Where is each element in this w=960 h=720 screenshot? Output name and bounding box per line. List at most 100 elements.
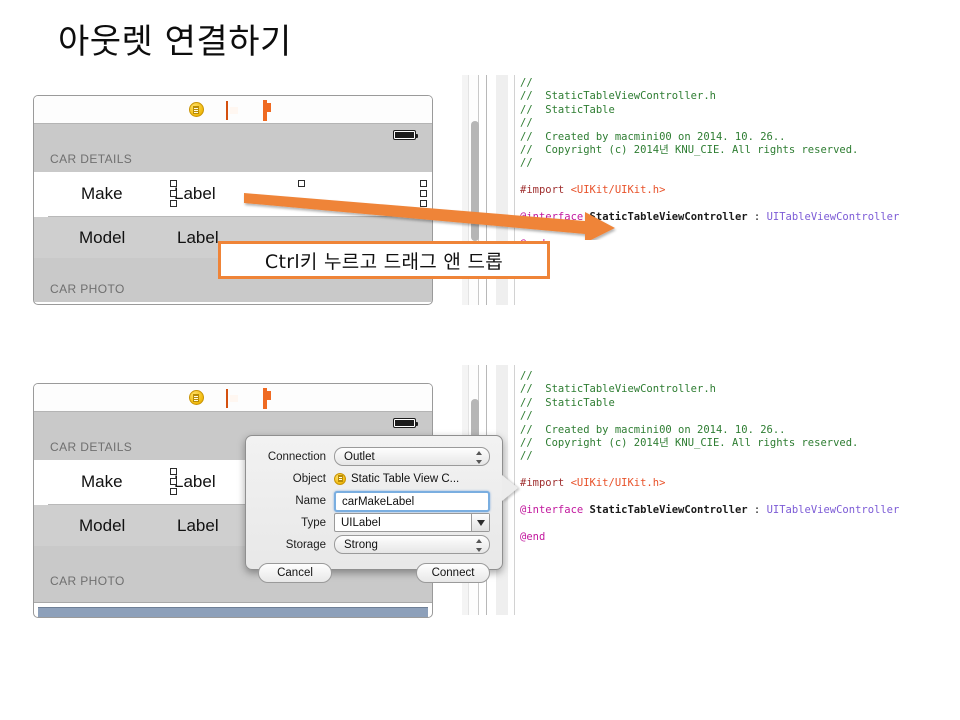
ib-toolbar-bottom: [34, 384, 432, 412]
object-value-group: Static Table View C...: [334, 469, 490, 488]
screenshot-bottom: CAR DETAILS Make Label Model Label CAR P…: [0, 360, 960, 630]
code-token: UITableViewController: [767, 504, 900, 516]
code-line: // Created by macmini00 on 2014. 10. 26.…: [520, 131, 899, 144]
first-responder-cube-icon[interactable]: [226, 102, 241, 117]
code-line: //: [520, 77, 899, 90]
section-header-car-photo-top: CAR PHOTO: [34, 280, 432, 302]
cell-title-model-top: Model: [79, 228, 125, 248]
cell-value-make-bottom[interactable]: Label: [174, 472, 216, 492]
selection-handle[interactable]: [170, 468, 177, 475]
selection-handle[interactable]: [170, 180, 177, 187]
selection-handle[interactable]: [298, 180, 305, 187]
first-responder-cube-icon[interactable]: [226, 390, 241, 405]
code-line: @interface StaticTableViewController : U…: [520, 211, 899, 224]
code-line: [520, 517, 899, 530]
code-token: @interface: [520, 504, 590, 516]
popover-label-storage: Storage: [258, 539, 334, 551]
cell-value-model-top[interactable]: Label: [177, 228, 219, 248]
name-input[interactable]: carMakeLabel: [334, 491, 490, 512]
code-text-bottom[interactable]: //// StaticTableViewController.h// Stati…: [520, 370, 899, 544]
selection-handle[interactable]: [420, 200, 427, 207]
code-line: // StaticTableViewController.h: [520, 383, 899, 396]
cancel-button[interactable]: Cancel: [258, 563, 332, 583]
view-controller-icon[interactable]: [189, 102, 204, 117]
code-token: StaticTableViewController: [590, 211, 748, 223]
code-text-top[interactable]: //// StaticTableViewController.h// Stati…: [520, 77, 899, 251]
connection-value: Outlet: [344, 451, 375, 463]
code-token: StaticTableViewController: [590, 504, 748, 516]
outlet-connection-popover[interactable]: Connection Outlet Object Static Table Vi…: [245, 435, 503, 570]
code-line: [520, 224, 899, 237]
code-token: // Created by macmini00 on 2014. 10. 26.…: [520, 424, 786, 436]
code-token: UITableViewController: [767, 211, 900, 223]
code-line: @interface StaticTableViewController : U…: [520, 504, 899, 517]
view-controller-icon[interactable]: [189, 390, 204, 405]
code-line: //: [520, 410, 899, 423]
code-line: #import <UIKit/UIKit.h>: [520, 477, 899, 490]
storage-value: Strong: [344, 539, 378, 551]
code-token: <UIKit/UIKit.h>: [571, 184, 666, 196]
selection-handle[interactable]: [170, 190, 177, 197]
code-token: //: [520, 77, 533, 89]
selection-handle[interactable]: [420, 190, 427, 197]
battery-icon: [393, 130, 416, 140]
name-input-value: carMakeLabel: [342, 496, 414, 508]
exit-segue-icon[interactable]: [263, 390, 278, 405]
callout-text: Ctrl키 누르고 드래그 앤 드롭: [265, 247, 503, 274]
view-controller-icon: [334, 473, 346, 485]
code-token: //: [520, 370, 533, 382]
cell-title-make-bottom: Make: [81, 472, 123, 492]
section-gap2-bottom: [34, 594, 432, 603]
table-row-make-top[interactable]: Make Label: [34, 172, 432, 216]
popover-row-object: Object Static Table View C...: [258, 468, 490, 489]
code-token: :: [748, 211, 767, 223]
code-token: //: [520, 117, 533, 129]
type-combobox[interactable]: UILabel: [334, 513, 490, 532]
popover-label-object: Object: [258, 473, 334, 485]
code-token: <UIKit/UIKit.h>: [571, 477, 666, 489]
code-token: // Copyright (c) 2014년 KNU_CIE. All righ…: [520, 437, 858, 449]
selection-handle[interactable]: [420, 180, 427, 187]
selection-handle[interactable]: [170, 200, 177, 207]
code-line: //: [520, 450, 899, 463]
code-line: //: [520, 370, 899, 383]
code-token: #import: [520, 184, 571, 196]
cell-value-model-bottom[interactable]: Label: [177, 516, 219, 536]
popover-label-name: Name: [258, 495, 334, 507]
code-line: // StaticTableViewController.h: [520, 90, 899, 103]
code-token: // StaticTable: [520, 397, 615, 409]
code-line: // StaticTable: [520, 397, 899, 410]
code-token: :: [748, 504, 767, 516]
cell-title-model-bottom: Model: [79, 516, 125, 536]
code-scrollbar-thumb[interactable]: [471, 121, 479, 241]
cell-value-make-top[interactable]: Label: [174, 184, 216, 204]
connection-select[interactable]: Outlet: [334, 447, 490, 466]
storage-select[interactable]: Strong: [334, 535, 490, 554]
table-row-photo-selected[interactable]: [38, 607, 428, 618]
code-token: //: [520, 157, 533, 169]
code-token: @end: [520, 531, 545, 543]
code-token: #import: [520, 477, 571, 489]
code-line: // Copyright (c) 2014년 KNU_CIE. All righ…: [520, 437, 899, 450]
selection-handle[interactable]: [298, 200, 305, 207]
code-line: [520, 171, 899, 184]
selection-handle[interactable]: [170, 488, 177, 495]
code-line: @end: [520, 531, 899, 544]
chevron-updown-icon[interactable]: [475, 539, 482, 552]
popover-label-type: Type: [258, 517, 334, 529]
popover-row-connection: Connection Outlet: [258, 446, 490, 467]
code-token: // Created by macmini00 on 2014. 10. 26.…: [520, 131, 786, 143]
chevron-down-icon[interactable]: [471, 514, 489, 531]
code-token: // StaticTableViewController.h: [520, 383, 716, 395]
popover-row-type: Type UILabel: [258, 512, 490, 533]
slide-root: 아웃렛 연결하기 CAR DETAILS Make Label: [0, 0, 960, 720]
code-editor-bottom[interactable]: //// StaticTableViewController.h// Stati…: [462, 365, 960, 615]
code-token: // StaticTableViewController.h: [520, 90, 716, 102]
cell-title-make-top: Make: [81, 184, 123, 204]
exit-segue-icon[interactable]: [263, 102, 278, 117]
chevron-updown-icon[interactable]: [475, 451, 482, 464]
selection-handle[interactable]: [170, 478, 177, 485]
screenshot-top: CAR DETAILS Make Label Model Label CAR: [0, 0, 960, 320]
connect-button[interactable]: Connect: [416, 563, 490, 583]
section-header-car-details-top: CAR DETAILS: [34, 146, 432, 172]
